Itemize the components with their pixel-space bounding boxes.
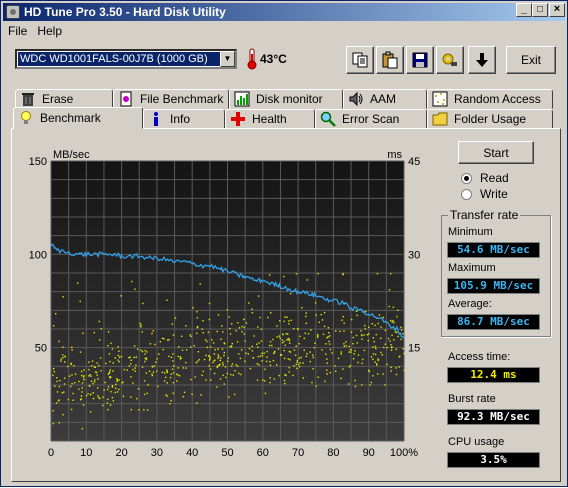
write-radio-label: Write — [480, 187, 508, 201]
access-time-value: 12.4 ms — [447, 367, 540, 383]
read-radio[interactable]: Read — [461, 171, 509, 185]
tab-benchmark[interactable]: Benchmark — [13, 107, 143, 129]
cpu-usage-label: CPU usage — [448, 436, 505, 448]
tab-random-access-label: Random Access — [454, 92, 541, 106]
speaker-icon — [349, 91, 363, 107]
tab-error-scan-label: Error Scan — [342, 112, 400, 126]
maximum-value: 105.9 MB/sec — [447, 278, 540, 294]
write-radio[interactable]: Write — [461, 187, 508, 201]
drive-select[interactable]: WDC WD1001FALS-00J7B (1000 GB) ▼ — [15, 49, 237, 69]
read-radio-dot[interactable] — [461, 172, 472, 184]
write-radio-dot[interactable] — [461, 188, 472, 200]
burst-rate-value: 92.3 MB/sec — [447, 409, 540, 425]
app-window: HD Tune Pro 3.50 - Hard Disk Utility _ □… — [0, 0, 568, 487]
disk-monitor-icon — [234, 91, 250, 107]
minimum-label: Minimum — [448, 226, 493, 238]
tab-random-access[interactable]: Random Access — [427, 89, 553, 109]
window-title: HD Tune Pro 3.50 - Hard Disk Utility — [24, 5, 226, 19]
info-icon — [154, 112, 158, 126]
file-benchmark-icon — [120, 91, 132, 107]
access-time-label: Access time: — [448, 351, 511, 363]
options-button[interactable] — [436, 46, 464, 74]
maximize-button[interactable]: □ — [532, 3, 548, 17]
exit-button[interactable]: Exit — [506, 46, 556, 74]
minimize-button[interactable]: _ — [516, 3, 532, 17]
tab-aam[interactable]: AAM — [343, 89, 427, 109]
menu-file[interactable]: File — [3, 24, 32, 38]
menu-help[interactable]: Help — [32, 24, 67, 38]
hdtune-app-icon — [6, 5, 20, 19]
title-bar[interactable]: HD Tune Pro 3.50 - Hard Disk Utility — [3, 3, 565, 21]
average-value: 86.7 MB/sec — [447, 314, 540, 330]
temperature-readout: 43°C — [260, 52, 287, 66]
minimum-value: 54.6 MB/sec — [447, 242, 540, 258]
tab-error-scan[interactable]: Error Scan — [315, 109, 427, 129]
options-icon — [442, 53, 457, 66]
paste-button[interactable] — [376, 46, 404, 74]
magnifier-icon — [320, 111, 336, 127]
tab-info[interactable]: Info — [143, 109, 225, 129]
tab-folder-usage-label: Folder Usage — [454, 112, 527, 126]
download-icon — [476, 53, 488, 67]
maximum-label: Maximum — [448, 262, 496, 274]
tab-file-benchmark-label: File Benchmark — [140, 92, 224, 106]
folder-icon — [432, 112, 448, 126]
tab-health-label: Health — [252, 112, 287, 126]
lightbulb-icon — [21, 111, 31, 124]
download-button[interactable] — [468, 46, 496, 74]
paste-icon — [382, 51, 398, 69]
health-cross-icon — [231, 112, 245, 126]
tab-erase[interactable]: Erase — [15, 89, 113, 109]
tab-benchmark-label: Benchmark — [40, 111, 101, 125]
tab-folder-usage[interactable]: Folder Usage — [427, 109, 553, 129]
tab-erase-label: Erase — [42, 92, 74, 106]
start-button[interactable]: Start — [458, 141, 534, 164]
tab-disk-monitor-label: Disk monitor — [256, 92, 323, 106]
tab-aam-label: AAM — [370, 92, 397, 106]
save-icon — [412, 52, 428, 68]
copy-button[interactable] — [346, 46, 374, 74]
random-access-icon — [432, 91, 448, 107]
save-button[interactable] — [406, 46, 434, 74]
close-button[interactable]: × — [549, 3, 565, 17]
cpu-usage-value: 3.5% — [447, 452, 540, 468]
chevron-down-icon[interactable]: ▼ — [220, 51, 235, 67]
drive-select-value: WDC WD1001FALS-00J7B (1000 GB) — [18, 52, 220, 66]
tab-info-label: Info — [170, 112, 191, 126]
transfer-rate-title: Transfer rate — [448, 208, 521, 222]
average-label: Average: — [448, 298, 492, 310]
read-radio-label: Read — [480, 171, 509, 185]
trash-icon — [22, 93, 34, 106]
burst-rate-label: Burst rate — [448, 393, 496, 405]
thermometer-icon — [247, 48, 257, 70]
copy-icon — [352, 52, 368, 68]
tab-health[interactable]: Health — [225, 109, 315, 129]
tab-file-benchmark[interactable]: File Benchmark — [113, 89, 229, 109]
tab-disk-monitor[interactable]: Disk monitor — [229, 89, 343, 109]
menu-bar: File Help — [3, 22, 565, 40]
